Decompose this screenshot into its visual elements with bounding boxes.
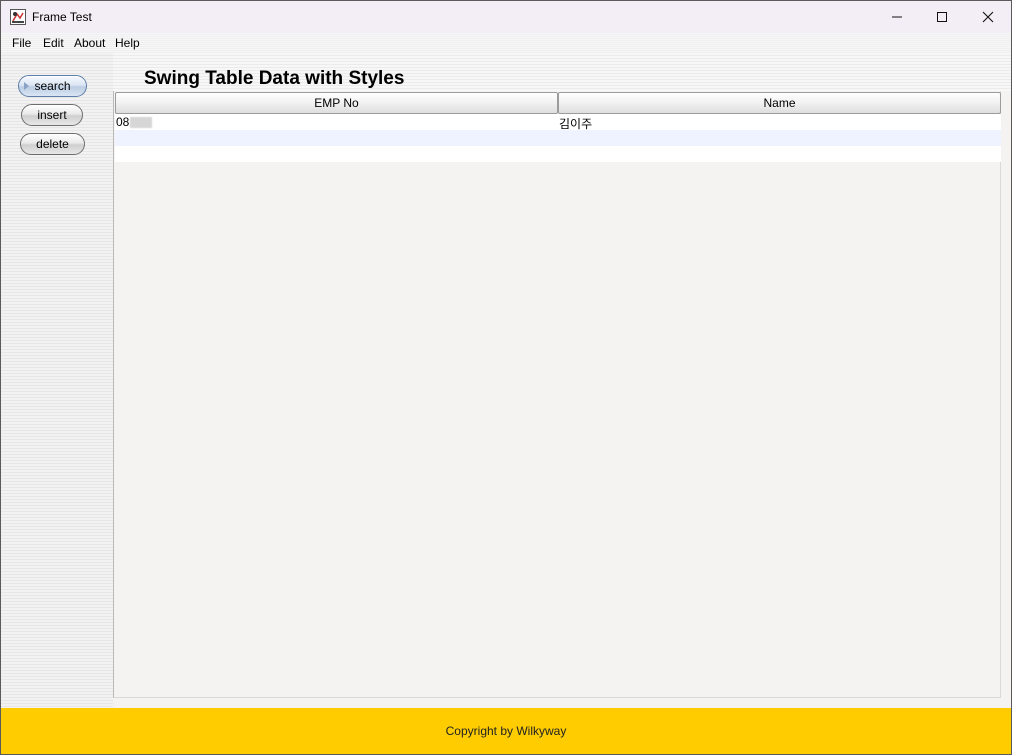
cell-emp-no: 08 bbox=[116, 115, 153, 129]
column-header-name[interactable]: Name bbox=[558, 92, 1001, 114]
maximize-button[interactable] bbox=[919, 1, 965, 33]
menu-bar: File Edit About Help bbox=[1, 33, 1011, 53]
title-bar[interactable]: Frame Test bbox=[1, 1, 1011, 33]
page-title: Swing Table Data with Styles bbox=[144, 68, 405, 89]
search-button[interactable]: search bbox=[18, 75, 87, 97]
insert-button-label: insert bbox=[37, 108, 67, 122]
close-button[interactable] bbox=[965, 1, 1011, 33]
table-row-empty[interactable] bbox=[115, 146, 1001, 162]
window-title: Frame Test bbox=[32, 10, 92, 24]
footer: Copyright by Wilkyway bbox=[1, 708, 1011, 754]
button-panel: search insert delete bbox=[1, 53, 113, 707]
search-button-label: search bbox=[34, 79, 71, 93]
minimize-icon bbox=[892, 16, 902, 18]
app-window: Frame Test File Edit About Help search i… bbox=[0, 0, 1012, 755]
insert-button[interactable]: insert bbox=[21, 104, 83, 126]
redacted-mark bbox=[130, 117, 153, 129]
table-row[interactable]: 08 김이주 bbox=[115, 114, 1001, 131]
delete-button-label: delete bbox=[36, 137, 69, 151]
data-table[interactable]: EMP No Name 08 김이주 bbox=[113, 91, 1001, 698]
menu-file[interactable]: File bbox=[12, 36, 31, 50]
java-app-icon bbox=[10, 9, 26, 25]
close-icon bbox=[982, 11, 994, 23]
delete-button[interactable]: delete bbox=[20, 133, 85, 155]
menu-edit[interactable]: Edit bbox=[43, 36, 64, 50]
menu-about[interactable]: About bbox=[74, 36, 105, 50]
table-row-empty[interactable] bbox=[115, 130, 1001, 146]
focus-indicator-icon bbox=[24, 82, 29, 90]
maximize-icon bbox=[937, 12, 947, 22]
minimize-button[interactable] bbox=[874, 1, 920, 33]
column-header-emp-no[interactable]: EMP No bbox=[115, 92, 558, 114]
menu-help[interactable]: Help bbox=[115, 36, 140, 50]
